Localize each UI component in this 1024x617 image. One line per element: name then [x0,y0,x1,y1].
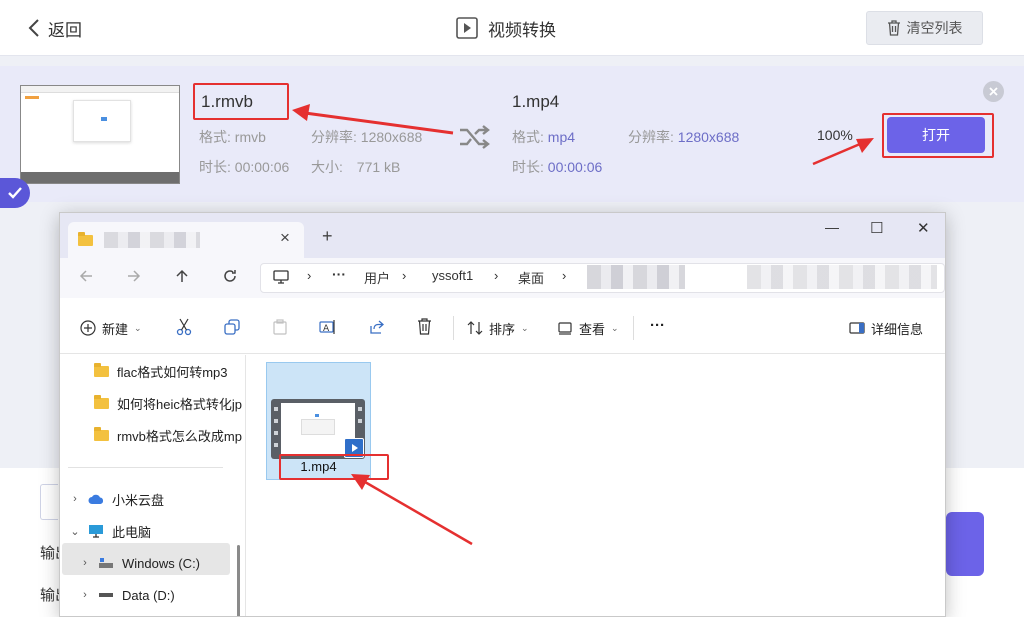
annotation-arrow [351,474,473,546]
annotation-arrow [812,138,874,166]
annotation-arrow [292,104,454,135]
annotation-arrows [292,104,874,546]
